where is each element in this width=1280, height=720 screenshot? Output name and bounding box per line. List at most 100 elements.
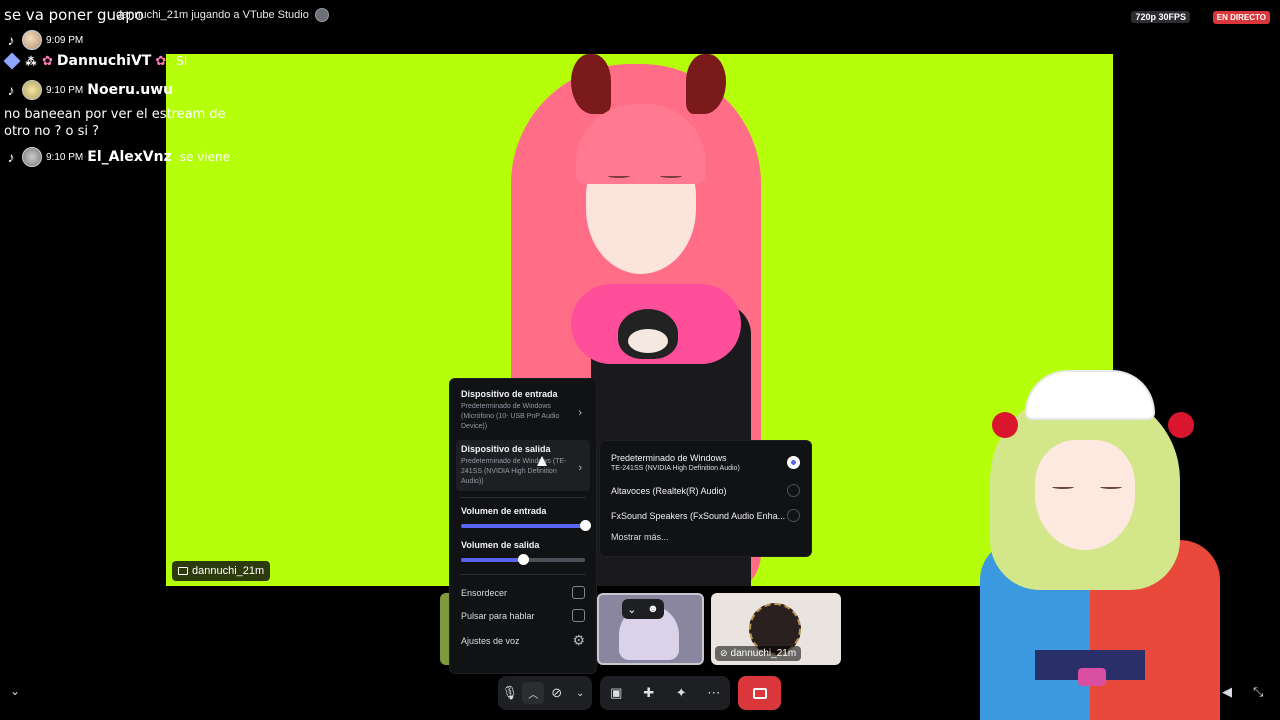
game-icon [314,8,329,22]
chat-line: ♪ 9:10 PM Noeru.uwu [4,80,173,100]
push-to-talk-label: Pulsar para hablar [461,610,535,621]
fullscreen-exit-icon[interactable]: ⤡ [1253,684,1263,700]
output-option[interactable]: Predeterminado de Windows TE-241SS (NVID… [606,449,805,476]
divider [460,574,586,575]
radio-selected[interactable] [787,456,800,469]
input-volume-label: Volumen de entrada [461,506,547,516]
stream-owner-name: dannuchi_21m [192,565,265,577]
top-bar: se va poner guapo dannuchi_21m jugando a… [0,0,1280,32]
output-option-title: FxSound Speakers (FxSound Audio Enha... [611,510,786,521]
divider [460,497,586,498]
output-device-value: Predeterminado de Windows (TE-241SS (NVI… [461,458,567,485]
input-device-title: Dispositivo de entrada [461,389,558,399]
tiktok-icon: ♪ [7,32,15,48]
chibi-face [628,329,668,353]
chevron-right-icon: › [578,407,582,419]
chat-time: 9:10 PM [46,151,84,163]
volume-icon[interactable]: ◀ [1222,684,1232,700]
participant-label: ⊘ dannuchi_21m [715,646,802,661]
tiktok-icon: ♪ [7,149,15,165]
activity-controls: ▣ ✚ ✦ ⋯ [600,676,730,710]
chat-message: no baneean por ver el estream de otro no… [4,107,226,139]
radio[interactable] [787,484,800,497]
input-volume-fill [461,524,585,528]
stream-owner-label: dannuchi_21m [172,561,271,581]
avatar-hat [1025,370,1155,420]
vtuber-avatar-overlay [940,370,1240,720]
end-call-button[interactable] [738,676,781,710]
voice-settings-label: Ajustes de voz [461,635,520,646]
gear-icon: ⚙ [572,632,585,648]
tile-controls[interactable]: ⌄ ☻ [622,599,664,619]
avatar-eye-right [1100,485,1122,489]
output-option[interactable]: Altavoces (Realtek(R) Audio) [606,480,805,501]
chevron-down-icon[interactable]: ⌄ [627,603,636,616]
output-device-title: Dispositivo de salida [461,444,551,454]
voice-settings-item[interactable]: Ajustes de voz ⚙ [456,627,590,654]
tiktok-icon: ♪ [7,82,15,98]
screen-share-icon[interactable]: ▣ [605,682,627,704]
screen-icon [178,567,188,575]
deafen-label: Ensordecer [461,587,508,598]
chat-username: DannuchiVT [56,53,152,69]
show-more-link[interactable]: Mostrar más... [606,526,805,542]
character-horn-left [571,54,611,114]
input-device-item[interactable]: Dispositivo de entrada Predeterminado de… [456,385,590,436]
end-call-icon [752,687,767,699]
flower-icon: ✿ [155,53,167,68]
deafen-checkbox[interactable] [572,586,585,599]
chat-time: 9:09 PM [46,34,84,46]
flower-icon: ✿ [42,53,53,68]
output-volume-label: Volumen de salida [461,540,540,550]
activities-icon[interactable]: ✚ [638,682,660,704]
live-badge: EN DIRECTO [1212,11,1270,24]
output-volume-knob[interactable] [518,554,529,565]
character-eye-right [660,174,682,178]
output-device-item[interactable]: Dispositivo de salida Predeterminado de … [456,440,590,491]
activity-text: dannuchi_21m jugando a VTube Studio [116,9,309,21]
avatar [22,147,42,167]
kimono-bow [1078,668,1106,686]
more-icon[interactable]: ⋯ [703,682,725,704]
input-device-value: Predeterminado de Windows (Micrófono (10… [461,403,560,430]
avatar-face [1035,440,1135,550]
radio[interactable] [787,509,800,522]
push-to-talk-toggle[interactable]: Pulsar para hablar [456,604,590,627]
avatar [22,30,42,50]
cherry-left [992,412,1018,438]
chat-time: 9:10 PM [46,84,84,96]
output-option[interactable]: FxSound Speakers (FxSound Audio Enha... [606,505,805,526]
mic-icon[interactable]: 🎙︎ [499,682,521,704]
push-to-talk-checkbox[interactable] [572,609,585,622]
audio-settings-menu: Dispositivo de entrada Predeterminado de… [449,378,597,674]
chevron-down-icon[interactable]: ⌄ [10,684,20,698]
activity-status: dannuchi_21m jugando a VTube Studio [116,8,329,22]
chat-message: se viene [179,150,230,164]
avatar-eye-left [1052,485,1074,489]
output-option-title: Altavoces (Realtek(R) Audio) [611,485,727,496]
camera-off-icon[interactable]: ⊘ [546,682,568,704]
output-option-title: Predeterminado de Windows [611,453,727,463]
output-volume-slider[interactable] [461,554,585,565]
chat-line: ♪ 9:09 PM [4,30,83,50]
people-icon[interactable]: ☻ [647,603,659,615]
mouse-cursor [537,456,547,466]
cherry-right [1168,412,1194,438]
chat-line: ♪ 9:10 PM El_AlexVnz se viene [4,147,230,167]
participant-name: dannuchi_21m [730,648,797,659]
diamond-icon [3,52,21,70]
deafen-toggle[interactable]: Ensordecer [456,581,590,604]
input-volume-knob[interactable] [580,520,591,531]
mic-off-icon: ⊘ [720,648,728,658]
chat-message: Si [176,54,188,68]
camera-options-chevron-icon[interactable]: ⌄ [569,682,591,704]
chat-username: Noeru.uwu [87,82,174,98]
participant-tile[interactable]: ⌄ ☻ [597,593,704,665]
input-volume-slider[interactable] [461,520,591,531]
soundboard-icon[interactable]: ✦ [670,682,692,704]
chat-username: El_AlexVnz [87,149,172,165]
chat-line: ⁂ ✿ DannuchiVT ✿ Si [3,52,188,70]
participant-tile[interactable]: ⊘ dannuchi_21m [711,593,841,665]
mic-options-chevron-icon[interactable]: ︿ [522,682,545,704]
output-device-submenu: Predeterminado de Windows TE-241SS (NVID… [599,440,812,557]
